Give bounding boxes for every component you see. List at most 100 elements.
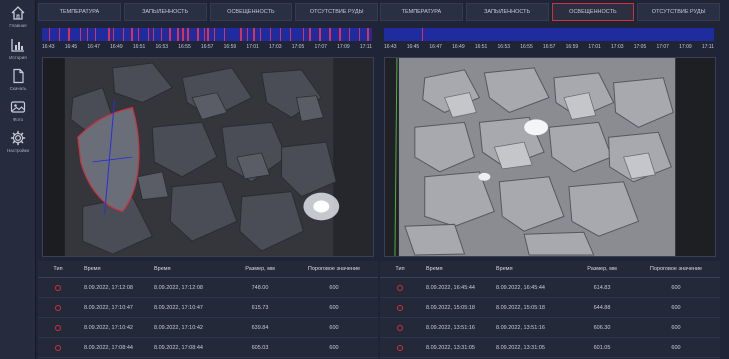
table-row[interactable]: 8.09.2022, 17:10:47 8.09.2022, 17:10:47 … [38,298,378,318]
timeline-event-mark[interactable] [79,28,82,41]
col-type: Тип [53,266,63,272]
timeline-event-mark[interactable] [358,28,361,41]
sidebar-item-settings[interactable]: Настройки [0,130,36,160]
timeline-event-mark[interactable] [207,28,209,41]
timeline-event-mark[interactable] [302,28,305,41]
cell-threshold: 600 [671,304,681,311]
cell-time: 8.09.2022, 17:10:42 [154,324,203,331]
timeline-event-mark[interactable] [279,28,282,41]
status-circle-icon [397,324,403,331]
table-row[interactable]: 8.09.2022, 16:45:44 8.09.2022, 16:45:44 … [380,278,720,298]
timeline-event-mark[interactable] [86,28,89,41]
timeline-event-mark[interactable] [367,28,369,41]
timeline-event-mark[interactable] [147,28,150,41]
timeline-event-mark[interactable] [137,28,140,41]
table-row[interactable]: 8.09.2022, 15:05:18 8.09.2022, 15:05:18 … [380,298,720,318]
timeline-event-mark[interactable] [329,28,331,41]
timeline-event-mark[interactable] [94,28,97,41]
timeline-event-mark[interactable] [187,28,189,41]
timeline-bar[interactable] [384,28,714,41]
timeline-event-mark[interactable] [160,28,163,41]
timeline-bar[interactable] [42,28,372,41]
tab-dustiness[interactable]: ЗАПЫЛЕННОСТЬ [123,3,207,21]
timeline-tick-label: 17:05 [291,44,305,50]
timeline-event-mark[interactable] [152,28,155,41]
timeline-event-mark[interactable] [348,28,351,41]
timeline-event-mark[interactable] [269,28,272,41]
tab-no-ore[interactable]: ОТСУТСТВИЕ РУДЫ [637,3,720,21]
timeline-event-mark[interactable] [213,28,216,41]
sidebar-item-photo[interactable]: Фото [0,99,36,129]
col-time: Время [496,266,513,272]
timeline-event-mark[interactable] [197,28,199,41]
timeline-event-mark[interactable] [122,28,125,41]
timeline-event-mark[interactable] [177,28,179,41]
timeline-event-mark[interactable] [421,28,424,41]
camera-panel-right: ТЕМПЕРАТУРА ЗАПЫЛЕННОСТЬ ОСВЕЩЕННОСТЬ ОТ… [380,0,720,359]
table-row[interactable]: 8.09.2022, 17:08:44 8.09.2022, 17:08:44 … [38,338,378,358]
cell-size: 614.83 [593,284,611,291]
table-row[interactable]: 8.09.2022, 17:10:42 8.09.2022, 17:10:42 … [38,318,378,338]
timeline-tick-label: 16:57 [542,44,556,50]
sidebar-item-history[interactable]: История [0,37,36,67]
timeline-event-mark[interactable] [289,28,291,41]
timeline-event-mark[interactable] [309,28,311,41]
col-threshold: Пороговое значение [649,266,703,272]
timeline-tick-label: 16:59 [565,44,579,50]
table-header: Тип Время Время Размер, мм Пороговое зна… [380,261,720,278]
camera-panel-left: ТЕМПЕРАТУРА ЗАПЫЛЕННОСТЬ ОСВЕЩЕННОСТЬ ОТ… [38,0,378,359]
table-row[interactable]: 8.09.2022, 13:31:05 8.09.2022, 13:31:05 … [380,338,720,358]
tab-dustiness[interactable]: ЗАПЫЛЕННОСТЬ [465,3,549,21]
timeline-event-mark[interactable] [246,28,249,41]
event-timeline[interactable]: 16:43 16:45 16:47 16:49 16:51 16:53 16:55 16:57… [38,25,378,53]
timeline-tick-label: 16:43 [42,44,55,50]
timeline-event-mark[interactable] [203,28,206,41]
timeline-event-mark[interactable] [253,28,255,41]
timeline-tick-label: 16:59 [223,44,237,50]
col-time: Время [154,266,171,272]
table-row[interactable]: 8.09.2022, 17:12:08 8.09.2022, 17:12:08 … [38,278,378,298]
sidebar-item-label: Скачать [9,86,27,91]
cell-threshold: 600 [329,344,339,351]
tab-no-ore[interactable]: ОТСУТСТВИЕ РУДЫ [295,3,378,21]
cell-time: 8.09.2022, 16:45:44 [496,284,545,291]
timeline-event-mark[interactable] [339,28,341,41]
tab-temperature[interactable]: ТЕМПЕРАТУРА [380,3,463,21]
timeline-event-mark[interactable] [48,28,51,41]
cell-time: 8.09.2022, 17:08:44 [154,344,203,351]
sidebar-item-label: История [9,55,27,60]
col-type: Тип [395,266,405,272]
cell-size: 644.88 [593,304,611,311]
timeline-event-mark[interactable] [259,28,262,41]
camera-feed[interactable] [384,57,716,257]
table-row[interactable]: 8.09.2022, 13:51:16 8.09.2022, 13:51:16 … [380,318,720,338]
tab-illumination[interactable]: ОСВЕЩЕННОСТЬ [209,3,293,21]
timeline-event-mark[interactable] [169,28,171,41]
timeline-event-mark[interactable] [240,28,242,41]
timeline-tick-label: 16:53 [155,44,169,50]
timeline-event-mark[interactable] [319,28,321,41]
sidebar-item-label: Главная [9,23,27,28]
tab-illumination[interactable]: ОСВЕЩЕННОСТЬ [551,3,635,21]
gear-icon [10,130,26,146]
sidebar-item-home[interactable]: Главная [0,5,36,35]
cell-time: 8.09.2022, 13:31:05 [426,344,475,351]
timeline-tick-label: 16:53 [497,44,511,50]
timeline-event-mark[interactable] [108,28,110,41]
cell-threshold: 600 [671,324,681,331]
timeline-event-mark[interactable] [68,28,70,41]
camera-feed[interactable] [42,57,374,257]
sidebar-item-download[interactable]: Скачать [0,68,36,98]
timeline-event-mark[interactable] [182,28,184,41]
timeline-tick-label: 17:11 [359,44,372,50]
event-timeline[interactable]: 16:43 16:45 16:47 16:49 16:51 16:53 16:55 16:57… [380,25,720,53]
timeline-tick-label: 17:09 [679,44,692,50]
timeline-event-mark[interactable] [131,28,133,41]
timeline-tick-label: 17:03 [611,44,624,50]
timeline-event-mark[interactable] [112,28,115,41]
timeline-event-mark[interactable] [223,28,225,41]
status-circle-icon [397,344,403,351]
timeline-tick-label: 16:45 [64,44,78,50]
timeline-event-mark[interactable] [58,28,60,41]
tab-temperature[interactable]: ТЕМПЕРАТУРА [38,3,121,21]
